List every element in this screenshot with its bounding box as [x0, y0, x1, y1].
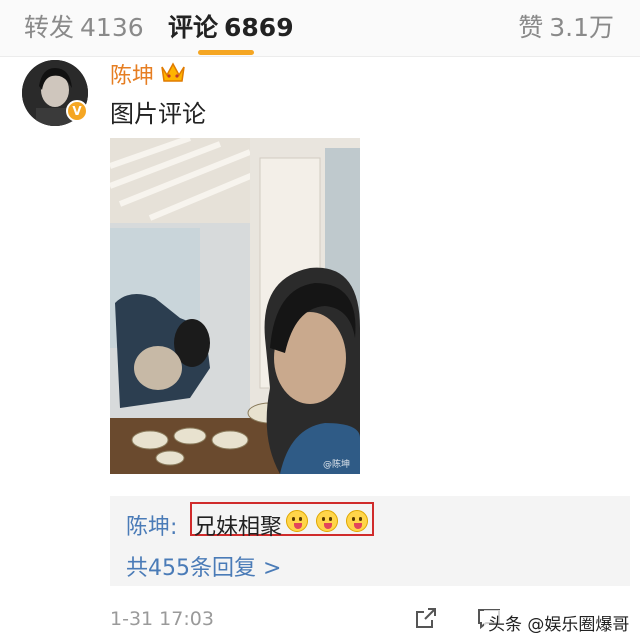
crown-icon — [161, 62, 185, 82]
verified-badge-icon: V — [66, 100, 88, 122]
active-tab-indicator — [198, 50, 254, 55]
share-icon[interactable] — [414, 606, 438, 630]
reply-preview-box[interactable]: 陈坤: 兄妹相聚 共455条回复 > — [110, 496, 630, 586]
tab-like-count: 3.1万 — [549, 13, 614, 42]
tab-like-label: 赞 — [518, 13, 544, 42]
tab-comment[interactable]: 评论 6869 — [168, 8, 294, 44]
tab-like[interactable]: 赞 3.1万 — [518, 8, 614, 44]
tab-repost-label: 转发 — [24, 13, 75, 42]
image-watermark: @陈坤 — [322, 460, 350, 470]
tongue-out-face-icon — [346, 510, 368, 532]
source-watermark: 头条 @娱乐圈爆哥 — [484, 610, 634, 635]
tab-comment-count: 6869 — [224, 13, 294, 42]
tongue-out-face-icon — [286, 510, 308, 532]
comment-text: 图片评论 — [110, 100, 206, 128]
verified-badge-label: V — [72, 104, 82, 118]
tab-repost[interactable]: 转发 4136 — [24, 8, 144, 44]
comment-image[interactable]: @陈坤 — [110, 138, 360, 474]
tongue-out-face-icon — [316, 510, 338, 532]
comment-author-name[interactable]: 陈坤 — [110, 58, 154, 90]
reply-author-name[interactable]: 陈坤: — [126, 509, 177, 541]
tab-comment-label: 评论 — [168, 13, 219, 42]
comment-image-art — [110, 138, 360, 474]
comment-tabs-bar: 转发 4136 评论 6869 赞 3.1万 — [0, 0, 640, 57]
view-all-replies-link[interactable]: 共455条回复 > — [126, 550, 281, 582]
comment-timestamp: 1-31 17:03 — [110, 608, 214, 630]
tab-repost-count: 4136 — [80, 13, 144, 42]
reply-text: 兄妹相聚 — [194, 515, 283, 540]
